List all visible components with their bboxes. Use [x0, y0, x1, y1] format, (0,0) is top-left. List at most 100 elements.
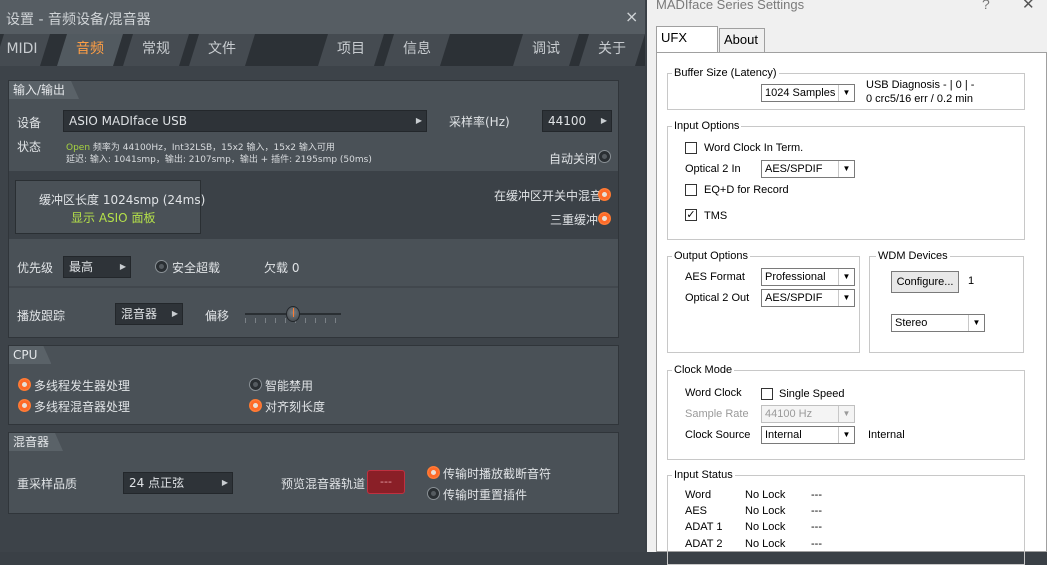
aes-format-select[interactable]: Professional ▼: [761, 268, 855, 286]
tab-about[interactable]: About: [719, 28, 765, 52]
chevron-down-icon: ▼: [838, 290, 854, 306]
multithread-generator-toggle[interactable]: [18, 378, 31, 391]
status-row-name: AES: [685, 505, 708, 517]
buffer-group-title: Buffer Size (Latency): [672, 67, 779, 79]
eqd-record-checkbox[interactable]: [685, 184, 697, 196]
output-options-title: Output Options: [672, 250, 750, 262]
tab-audio[interactable]: 音频: [57, 34, 123, 66]
priority-dropdown[interactable]: 最高 ▶: [63, 256, 131, 278]
clock-mode-title: Clock Mode: [672, 364, 735, 376]
madiface-settings-window: MADIface Series Settings ? ✕ UFX II(1) A…: [647, 0, 1047, 565]
mixer-section: 混音器 重采样品质 24 点正弦 ▶ 预览混音器轨道 --- 传输时播放截断音符 …: [8, 432, 619, 514]
smart-disable-label: 智能禁用: [265, 379, 314, 393]
buffer-size-value: 1024 Samples: [765, 87, 836, 99]
preview-track-selector[interactable]: ---: [367, 470, 405, 494]
status-row-name: ADAT 1: [685, 521, 723, 533]
resample-dropdown[interactable]: 24 点正弦 ▶: [123, 472, 233, 494]
tab-project[interactable]: 项目: [318, 34, 384, 66]
word-clock-term-checkbox[interactable]: [685, 142, 697, 154]
triple-buffer-toggle[interactable]: [598, 212, 611, 225]
madi-tab-panel: Buffer Size (Latency) 1024 Samples ▼ USB …: [656, 52, 1047, 565]
help-icon[interactable]: ?: [982, 0, 990, 12]
fl-window-title: 设置 - 音频设备/混音器: [6, 12, 151, 28]
reset-plugins-toggle[interactable]: [427, 487, 440, 500]
samplerate-dropdown[interactable]: 44100 ▶: [542, 110, 612, 132]
io-section: 输入/输出 设备 ASIO MADIface USB ▶ 采样率(Hz) 4410…: [8, 80, 619, 338]
tab-about[interactable]: 关于: [579, 34, 645, 66]
samplerate-label: 采样率(Hz): [449, 115, 510, 129]
clock-source-value: Internal: [765, 429, 802, 441]
word-clock-term-label: Word Clock In Term.: [704, 142, 804, 154]
usb-error-rate: 0 crc5/16 err / 0.2 min: [866, 93, 973, 105]
status-row-state: No Lock: [745, 538, 786, 550]
optical2-in-label: Optical 2 In: [685, 163, 741, 175]
mixer-header: 混音器: [9, 433, 63, 451]
buffer-size-select[interactable]: 1024 Samples ▼: [761, 84, 855, 102]
optical2-out-select[interactable]: AES/SPDIF ▼: [761, 289, 855, 307]
device-dropdown[interactable]: ASIO MADIface USB ▶: [63, 110, 427, 132]
mix-in-buffer-toggle[interactable]: [598, 188, 611, 201]
preview-track-label: 预览混音器轨道: [281, 477, 366, 491]
device-value: ASIO MADIface USB: [69, 114, 187, 128]
status-row-state: No Lock: [745, 489, 786, 501]
align-tick-label: 对齐刻长度: [265, 400, 326, 414]
clock-source-select[interactable]: Internal ▼: [761, 426, 855, 444]
status-row-name: ADAT 2: [685, 538, 723, 550]
align-tick-toggle[interactable]: [249, 399, 262, 412]
cpu-header: CPU: [9, 346, 51, 364]
optical2-out-value: AES/SPDIF: [765, 292, 823, 304]
wdm-devices-title: WDM Devices: [876, 250, 950, 262]
tab-ufx[interactable]: UFX II(1): [656, 26, 718, 67]
smart-disable-toggle[interactable]: [249, 378, 262, 391]
optical2-in-value: AES/SPDIF: [765, 163, 823, 175]
tab-debug[interactable]: 调试: [513, 34, 579, 66]
tab-file[interactable]: 文件: [189, 34, 255, 66]
sample-rate-value: 44100 Hz: [765, 408, 813, 420]
input-status-title: Input Status: [672, 469, 735, 481]
status-label: 状态: [17, 140, 42, 154]
aes-format-label: AES Format: [685, 271, 745, 283]
status-row-state: No Lock: [745, 521, 786, 533]
tms-checkbox[interactable]: ✓: [685, 209, 697, 221]
samplerate-value: 44100: [548, 114, 587, 128]
status-row-extra: ---: [811, 538, 822, 550]
single-speed-label: Single Speed: [779, 388, 845, 400]
fl-settings-window: 设置 - 音频设备/混音器 × MIDI 音频 常规 文件 项目 信息 调试 关…: [0, 0, 645, 552]
optical2-out-label: Optical 2 Out: [685, 292, 750, 304]
wdm-mode-select[interactable]: Stereo ▼: [891, 314, 985, 332]
offset-slider[interactable]: [245, 303, 341, 325]
tab-midi[interactable]: MIDI: [0, 34, 50, 66]
optical2-in-select[interactable]: AES/SPDIF ▼: [761, 160, 855, 178]
underrun-count: 欠载 0: [264, 261, 300, 275]
autoclose-toggle[interactable]: [598, 150, 611, 163]
input-options-title: Input Options: [672, 120, 742, 132]
sample-rate-select: 44100 Hz ▼: [761, 405, 855, 423]
device-label: 设备: [17, 116, 42, 130]
fl-title-bar[interactable]: 设置 - 音频设备/混音器 ×: [0, 0, 645, 34]
chevron-down-icon: ▼: [838, 427, 854, 443]
offset-knob[interactable]: [286, 306, 300, 322]
safe-overload-toggle[interactable]: [155, 260, 168, 273]
chevron-down-icon: ▼: [838, 161, 854, 177]
close-icon[interactable]: ✕: [1022, 0, 1035, 13]
tms-label: TMS: [704, 210, 728, 222]
fl-close-icon[interactable]: ×: [625, 7, 638, 26]
play-cut-notes-label: 传输时播放截断音符: [443, 467, 552, 481]
single-speed-checkbox[interactable]: [761, 388, 773, 400]
status-line-2: 延迟: 输入: 1041smp，输出: 2107smp，输出 + 插件: 219…: [66, 155, 372, 165]
playback-tracking-value: 混音器: [121, 307, 158, 321]
playback-tracking-dropdown[interactable]: 混音器 ▶: [115, 303, 183, 325]
eqd-record-label: EQ+D for Record: [704, 184, 789, 196]
madi-window-title: MADIface Series Settings: [656, 0, 805, 12]
tab-info[interactable]: 信息: [384, 34, 450, 66]
configure-button[interactable]: Configure...: [891, 271, 959, 293]
play-cut-notes-toggle[interactable]: [427, 466, 440, 479]
io-header: 输入/输出: [9, 81, 79, 99]
asio-buffer-box[interactable]: 缓冲区长度 1024smp (24ms) 显示 ASIO 面板: [15, 180, 205, 234]
multithread-mixer-toggle[interactable]: [18, 399, 31, 412]
cpu-section: CPU 多线程发生器处理 智能禁用 多线程混音器处理 对齐刻长度: [8, 345, 619, 425]
chevron-right-icon: ▶: [221, 478, 228, 487]
show-asio-panel[interactable]: 显示 ASIO 面板: [71, 209, 155, 226]
tab-general[interactable]: 常规: [123, 34, 189, 66]
resample-label: 重采样品质: [17, 477, 78, 491]
